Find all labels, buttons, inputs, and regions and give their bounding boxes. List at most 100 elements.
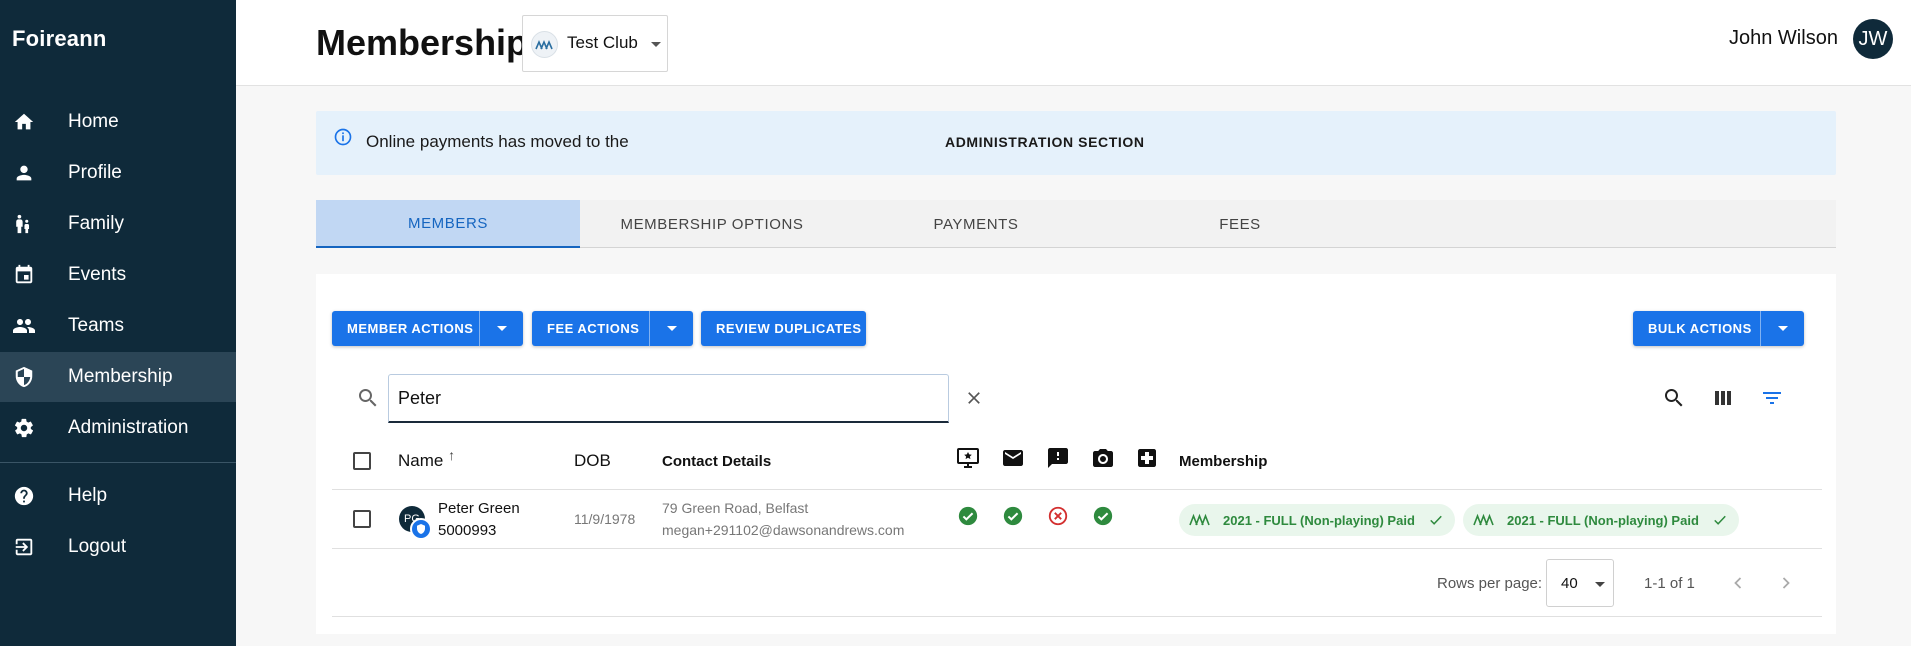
select-all-checkbox[interactable] xyxy=(353,452,371,470)
sidebar-item-label: Logout xyxy=(68,536,127,557)
member-name[interactable]: Peter Green xyxy=(438,500,520,517)
table-header-divider xyxy=(332,489,1822,490)
row-checkbox[interactable] xyxy=(353,510,371,528)
member-email: megan+291102@dawsonandrews.com xyxy=(662,522,905,538)
fee-actions-dropdown[interactable] xyxy=(649,311,693,346)
bulk-actions-label: BULK ACTIONS xyxy=(1648,321,1752,336)
bulk-actions-dropdown[interactable] xyxy=(1760,311,1804,346)
family-icon xyxy=(12,212,36,236)
review-duplicates-label: REVIEW DUPLICATES xyxy=(716,321,862,336)
fee-actions-button[interactable]: FEE ACTIONS xyxy=(532,311,693,346)
chevron-down-icon xyxy=(1595,582,1605,587)
search-icon xyxy=(356,386,380,410)
check-circle-icon xyxy=(1092,505,1114,527)
membership-chip[interactable]: 2021 - FULL (Non-playing) Paid xyxy=(1179,504,1455,536)
sidebar-item-teams[interactable]: Teams xyxy=(0,301,236,351)
member-actions-dropdown[interactable] xyxy=(479,311,523,346)
membership-chip-label: 2021 - FULL (Non-playing) Paid xyxy=(1507,512,1699,528)
brand-logo[interactable]: Foireann xyxy=(12,26,107,52)
club-logo-icon xyxy=(1189,513,1210,526)
sidebar-item-label: Home xyxy=(68,111,119,132)
member-dob: 11/9/1978 xyxy=(574,511,636,527)
sidebar-item-membership[interactable]: Membership xyxy=(0,352,236,402)
avatar[interactable]: JW xyxy=(1853,19,1893,59)
camera-icon xyxy=(1091,446,1115,470)
sidebar-item-label: Events xyxy=(68,264,127,285)
shield-icon xyxy=(12,365,36,389)
column-header-dob[interactable]: DOB xyxy=(574,451,611,471)
membership-chip[interactable]: 2021 - FULL (Non-playing) Paid xyxy=(1463,504,1739,536)
membership-tabs: MEMBERS MEMBERSHIP OPTIONS PAYMENTS FEES xyxy=(316,200,1836,248)
rows-per-page-select[interactable]: 40 xyxy=(1546,559,1614,607)
top-header: Membership Test Club John Wilson JW xyxy=(236,0,1911,86)
chevron-down-icon xyxy=(651,42,661,47)
administration-section-link[interactable]: ADMINISTRATION SECTION xyxy=(945,134,1145,150)
sidebar-item-home[interactable]: Home xyxy=(0,97,236,147)
member-address: 79 Green Road, Belfast xyxy=(662,500,809,516)
column-header-name-label: Name xyxy=(398,451,444,470)
chevron-right-icon[interactable] xyxy=(1774,571,1798,595)
sidebar-item-events[interactable]: Events xyxy=(0,250,236,300)
rows-per-page-label: Rows per page: xyxy=(1437,575,1543,592)
column-header-membership: Membership xyxy=(1179,453,1268,470)
sidebar-item-label: Membership xyxy=(68,366,173,387)
error-circle-icon xyxy=(1047,505,1069,527)
sidebar-item-administration[interactable]: Administration xyxy=(0,403,236,453)
fee-actions-label: FEE ACTIONS xyxy=(547,321,640,336)
email-icon xyxy=(1001,446,1025,470)
club-logo-icon xyxy=(1473,513,1494,526)
column-header-contact: Contact Details xyxy=(662,453,772,470)
page-title: Membership xyxy=(316,22,529,63)
sidebar-item-help[interactable]: Help xyxy=(0,471,236,521)
sort-arrow-icon: ↑ xyxy=(448,447,456,463)
person-icon xyxy=(12,161,36,185)
info-banner: Online payments has moved to the ADMINIS… xyxy=(316,111,1836,175)
members-card: MEMBER ACTIONS FEE ACTIONS REVIEW DUPLIC… xyxy=(316,274,1836,634)
check-circle-icon xyxy=(1002,505,1024,527)
alert-comment-icon xyxy=(1046,446,1070,470)
calendar-icon xyxy=(12,263,36,287)
home-icon xyxy=(12,110,36,134)
club-logo-icon xyxy=(531,31,558,58)
sidebar-item-logout[interactable]: Logout xyxy=(0,522,236,572)
member-actions-button[interactable]: MEMBER ACTIONS xyxy=(332,311,523,346)
columns-icon[interactable] xyxy=(1711,386,1735,410)
chevron-down-icon xyxy=(666,326,677,331)
member-id: 5000993 xyxy=(438,522,497,539)
club-select[interactable]: Test Club xyxy=(522,15,668,72)
chevron-down-icon xyxy=(1777,326,1788,331)
table-footer-divider xyxy=(332,616,1822,617)
check-icon xyxy=(1714,515,1726,525)
online-registration-icon xyxy=(956,446,980,470)
check-icon xyxy=(1430,515,1442,525)
table-row-divider xyxy=(332,548,1822,549)
membership-badge-icon xyxy=(410,518,432,540)
column-header-name[interactable]: Name ↑ xyxy=(398,447,455,471)
search-icon[interactable] xyxy=(1662,386,1686,410)
sidebar-item-profile[interactable]: Profile xyxy=(0,148,236,198)
close-icon[interactable] xyxy=(964,388,984,408)
sidebar-item-label: Teams xyxy=(68,315,124,336)
search-input[interactable] xyxy=(388,374,949,423)
filter-icon[interactable] xyxy=(1760,386,1784,410)
logout-icon xyxy=(12,535,36,559)
help-icon xyxy=(12,484,36,508)
tab-fees[interactable]: FEES xyxy=(1108,200,1372,248)
tab-payments[interactable]: PAYMENTS xyxy=(844,200,1108,248)
user-name: John Wilson xyxy=(1729,27,1838,49)
sidebar: Foireann Home Profile Family Events Team… xyxy=(0,0,236,646)
bulk-actions-button[interactable]: BULK ACTIONS xyxy=(1633,311,1804,346)
sidebar-divider xyxy=(0,462,236,463)
medical-icon xyxy=(1135,446,1159,470)
chevron-left-icon[interactable] xyxy=(1726,571,1750,595)
sidebar-item-label: Help xyxy=(68,485,108,506)
tab-members[interactable]: MEMBERS xyxy=(316,200,580,248)
sidebar-item-family[interactable]: Family xyxy=(0,199,236,249)
membership-chip-label: 2021 - FULL (Non-playing) Paid xyxy=(1223,512,1415,528)
review-duplicates-button[interactable]: REVIEW DUPLICATES xyxy=(701,311,866,346)
check-circle-icon xyxy=(957,505,979,527)
pagination-range: 1-1 of 1 xyxy=(1644,575,1695,592)
tab-membership-options[interactable]: MEMBERSHIP OPTIONS xyxy=(580,200,844,248)
gear-icon xyxy=(12,416,36,440)
club-name: Test Club xyxy=(567,33,638,52)
